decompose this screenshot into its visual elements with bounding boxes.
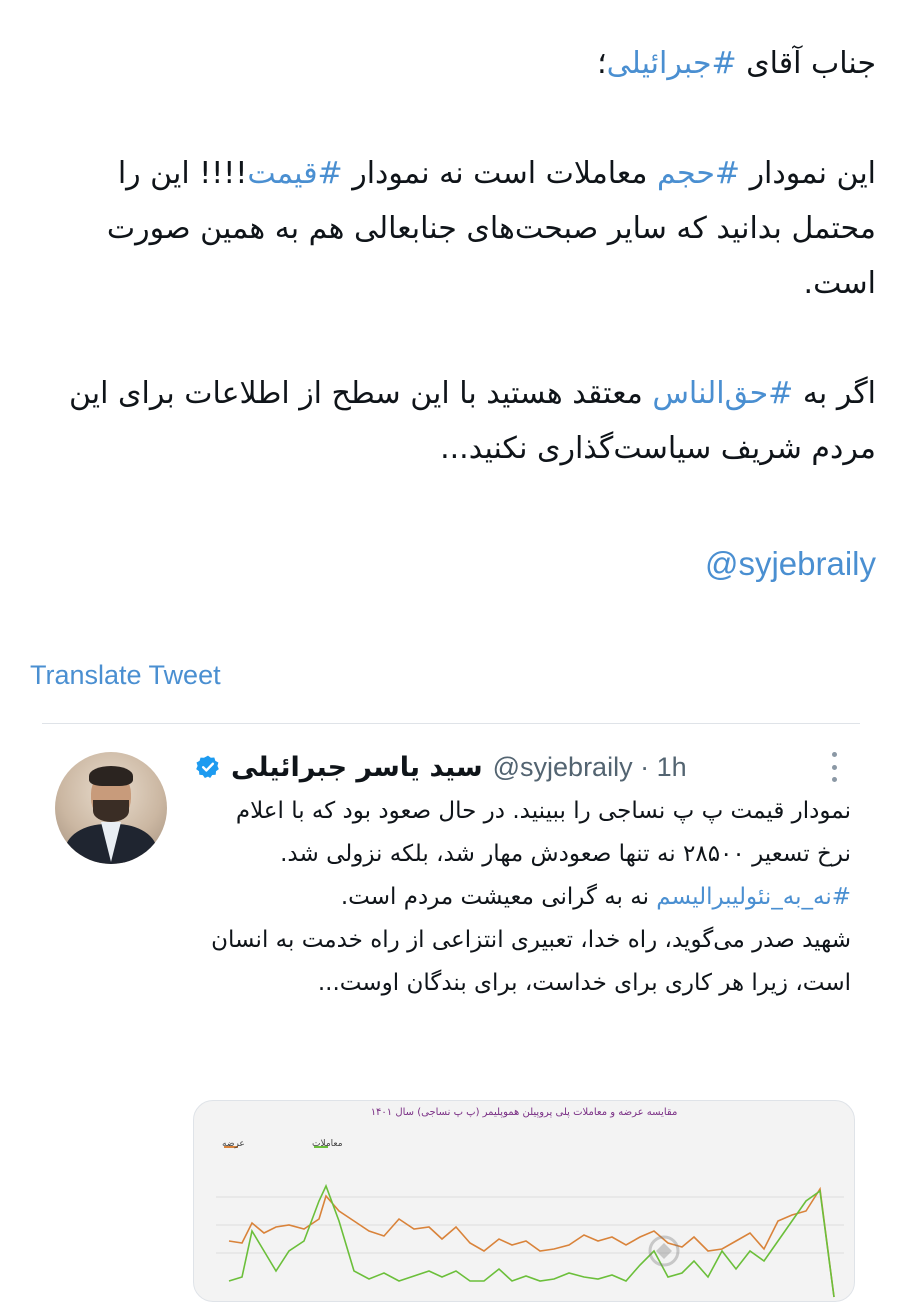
mention-link[interactable]: @syjebraily (705, 545, 876, 583)
quoted-tweet-text: نمودار قیمت پ پ نساجی را ببینید. در حال … (195, 790, 851, 1005)
divider (42, 723, 860, 724)
translate-tweet-link[interactable]: Translate Tweet (30, 660, 221, 691)
quoted-media-chart-image[interactable]: مقایسه عرضه و معاملات پلی پروپیلن هموپلی… (193, 1100, 855, 1302)
avatar[interactable] (55, 752, 167, 864)
chart-title: مقایسه عرضه و معاملات پلی پروپیلن هموپلی… (370, 1107, 678, 1118)
quoted-tweet-header: سید یاسر جبرائیلی @syjebraily · 1h (195, 742, 687, 792)
more-vertical-icon[interactable] (828, 752, 840, 782)
legend-supply-label: عرضه (222, 1139, 245, 1149)
tweet-text-segment: اگر به (793, 376, 876, 411)
legend-trades-label: معاملات (312, 1139, 343, 1149)
quoted-author-name[interactable]: سید یاسر جبرائیلی (231, 752, 483, 783)
chart-graphic (216, 1146, 844, 1298)
more-dot (831, 777, 837, 782)
more-dot (831, 764, 837, 770)
hashtag-jebraily[interactable]: #جبرائیلی (607, 46, 737, 81)
more-dot (831, 752, 837, 757)
quoted-text-segment: نه به گرانی معیشت مردم است. (340, 884, 657, 910)
hashtag-hajm[interactable]: #حجم (657, 156, 740, 191)
quoted-text-segment: نمودار قیمت پ پ نساجی را ببینید. در حال … (235, 798, 851, 867)
tweet-text-segment: جناب آقای (736, 46, 876, 81)
quoted-author-handle[interactable]: @syjebraily · 1h (493, 752, 687, 783)
quoted-text-paragraph: شهید صدر می‌گوید، راه خدا، تعبیری انتزاع… (211, 927, 851, 996)
avatar-beard (93, 800, 129, 822)
tweet-text-segment: ؛ (597, 46, 607, 81)
avatar-hair (89, 766, 133, 786)
hashtag-gheymat[interactable]: #قیمت (247, 156, 342, 191)
hashtag-haghonnas[interactable]: #حق‌الناس (652, 376, 793, 411)
trades-series-line (228, 1183, 835, 1298)
tweet-text-segment: این نمودار (740, 156, 876, 191)
supply-series-line (228, 1186, 835, 1298)
hashtag-neoliberalism[interactable]: #نه_به_نئولیبرالیسم (656, 884, 851, 910)
verified-badge-icon (196, 755, 219, 778)
tweet-text: جناب آقای #جبرائیلی؛ این نمودار #حجم معا… (30, 36, 876, 476)
tweet-text-segment: معاملات است نه نمودار (342, 156, 658, 191)
